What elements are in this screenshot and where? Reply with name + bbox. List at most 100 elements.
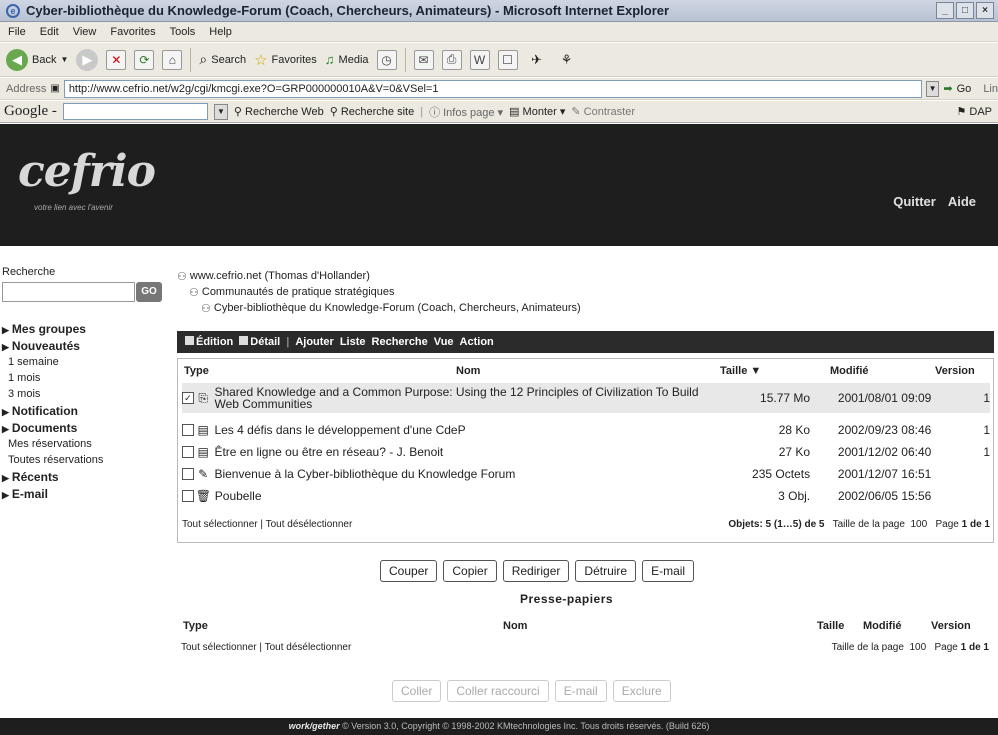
sidebar-item-recents[interactable]: ▶ Récents (0, 470, 168, 487)
maximize-button[interactable]: □ (956, 2, 974, 19)
exclude-button[interactable]: Exclure (612, 680, 671, 702)
clipboard-column-version[interactable]: Version (931, 620, 971, 632)
mail-icon[interactable]: ✉ (413, 49, 434, 70)
sidebar-item-mes-reservations[interactable]: Mes réservations (0, 438, 168, 454)
clipboard-column-name[interactable]: Nom (503, 620, 527, 632)
back-dropdown-icon[interactable]: ▼ (60, 55, 68, 64)
back-button[interactable]: ◀ Back ▼ (6, 48, 68, 71)
row-checkbox[interactable] (182, 424, 194, 436)
edit-tab[interactable]: Édition (185, 336, 233, 348)
google-dropdown-icon[interactable]: ▼ (213, 103, 228, 120)
google-logo[interactable]: Google - (4, 103, 57, 120)
discuss-icon[interactable]: ☐ (497, 49, 518, 70)
copy-button[interactable]: Copier (443, 560, 497, 582)
google-search-input[interactable] (62, 103, 208, 120)
cefrio-logo[interactable]: cefrio (18, 146, 156, 197)
action-menu[interactable]: Action (460, 336, 494, 348)
table-row[interactable]: ▤ Les 4 défis dans le développement d'un… (182, 419, 990, 441)
file-name[interactable]: Les 4 défis dans le développement d'une … (214, 424, 708, 436)
sidebar-search-input[interactable] (2, 282, 135, 302)
table-row[interactable]: ✓ ⎘ Shared Knowledge and a Common Purpos… (182, 383, 990, 413)
paste-button[interactable]: Coller (392, 680, 442, 702)
links-button[interactable]: Lin (983, 83, 998, 95)
menu-help[interactable]: Help (209, 26, 232, 38)
forward-arrow-icon[interactable]: ▶ (76, 48, 99, 71)
menu-edit[interactable]: Edit (40, 26, 59, 38)
email-button[interactable]: E-mail (642, 560, 695, 582)
row-checkbox[interactable] (182, 468, 194, 480)
file-name[interactable]: Poubelle (215, 490, 709, 502)
add-menu[interactable]: Ajouter (295, 336, 334, 348)
go-arrow-icon[interactable]: ➡ (943, 82, 952, 95)
sidebar-item-nouveautes[interactable]: ▶ Nouveautés (0, 339, 168, 356)
sidebar-item-toutes-reservations[interactable]: Toutes réservations (0, 454, 168, 470)
table-row[interactable]: ✎ Bienvenue à la Cyber-bibliothèque du K… (182, 463, 990, 485)
clipboard-email-button[interactable]: E-mail (554, 680, 607, 702)
favorites-button[interactable]: ☆ Favorites (254, 51, 317, 69)
messenger-icon[interactable]: ✈ (526, 49, 548, 71)
column-size[interactable]: Taille ▼ (720, 365, 761, 377)
page-size-value[interactable]: 100 (910, 519, 927, 530)
address-dropdown-icon[interactable]: ▼ (925, 80, 940, 97)
page-size-value[interactable]: 100 (909, 642, 926, 653)
list-menu[interactable]: Liste (340, 336, 366, 348)
media-button[interactable]: ♫ Media (325, 52, 369, 67)
file-name[interactable]: Bienvenue à la Cyber-bibliothèque du Kno… (214, 468, 708, 480)
research-icon[interactable]: ⚘ (556, 49, 578, 71)
sidebar-item-3-mois[interactable]: 3 mois (0, 388, 168, 404)
row-checkbox[interactable]: ✓ (182, 392, 194, 404)
deselect-all-link[interactable]: Tout désélectionner (266, 519, 353, 530)
detail-tab[interactable]: Détail (239, 336, 280, 348)
sidebar-item-notification[interactable]: ▶ Notification (0, 404, 168, 421)
stop-icon[interactable]: ✕ (106, 49, 127, 70)
breadcrumb-item[interactable]: ⚇ www.cefrio.net (Thomas d'Hollander) (177, 268, 581, 284)
sidebar-item-documents[interactable]: ▶ Documents (0, 421, 168, 438)
sidebar-item-1-mois[interactable]: 1 mois (0, 372, 168, 388)
close-button[interactable]: × (976, 2, 994, 19)
search-button[interactable]: ⌕ Search (199, 51, 246, 68)
column-name[interactable]: Nom (456, 365, 480, 377)
page-info-button[interactable]: ⓘ Infos page ▾ (429, 104, 503, 120)
menu-view[interactable]: View (73, 26, 97, 38)
sidebar-item-1-semaine[interactable]: 1 semaine (0, 356, 168, 372)
column-modified[interactable]: Modifié (830, 365, 869, 377)
go-button[interactable]: GO (136, 282, 162, 302)
file-name[interactable]: Être en ligne ou être en réseau? - J. Be… (214, 446, 708, 458)
view-menu[interactable]: Vue (434, 336, 454, 348)
minimize-button[interactable]: _ (936, 2, 954, 19)
edit-icon[interactable]: W (469, 49, 490, 70)
sidebar-item-mes-groupes[interactable]: ▶ Mes groupes (0, 322, 168, 339)
address-field[interactable]: http://www.cefrio.net/w2g/cgi/kmcgi.exe?… (63, 79, 922, 98)
menu-tools[interactable]: Tools (170, 26, 196, 38)
clipboard-column-modified[interactable]: Modifié (863, 620, 902, 632)
breadcrumb-item[interactable]: ⚇ Communautés de pratique stratégiques (177, 284, 581, 300)
search-menu[interactable]: Recherche (372, 336, 428, 348)
breadcrumb-item[interactable]: ⚇ Cyber-bibliothèque du Knowledge-Forum … (177, 300, 581, 316)
web-search-button[interactable]: ⚲ Recherche Web (234, 105, 324, 118)
redirect-button[interactable]: Rediriger (502, 560, 570, 582)
print-icon[interactable]: ⎙ (441, 49, 462, 70)
sidebar-item-email[interactable]: ▶ E-mail (0, 487, 168, 504)
menu-file[interactable]: File (8, 26, 26, 38)
deselect-all-link[interactable]: Tout désélectionner (265, 642, 352, 653)
home-icon[interactable]: ⌂ (162, 49, 183, 70)
refresh-icon[interactable]: ⟳ (134, 49, 155, 70)
table-row[interactable]: ▤ Être en ligne ou être en réseau? - J. … (182, 441, 990, 463)
column-version[interactable]: Version (935, 365, 975, 377)
history-icon[interactable]: ◷ (376, 49, 397, 70)
select-all-link[interactable]: Tout sélectionner (181, 642, 257, 653)
site-search-button[interactable]: ⚲ Recherche site (330, 105, 415, 118)
clipboard-column-size[interactable]: Taille (817, 620, 844, 632)
quit-link[interactable]: Quitter (893, 194, 936, 209)
table-row[interactable]: 🗑 Poubelle 3 Obj. 2002/06/05 15:56 (182, 485, 990, 507)
help-link[interactable]: Aide (948, 194, 976, 209)
clipboard-column-type[interactable]: Type (183, 620, 208, 632)
column-type[interactable]: Type (184, 365, 209, 377)
menu-favorites[interactable]: Favorites (110, 26, 155, 38)
cut-button[interactable]: Couper (380, 560, 438, 582)
up-button[interactable]: ▤ Monter ▾ (509, 105, 565, 118)
destroy-button[interactable]: Détruire (575, 560, 637, 582)
paste-shortcut-button[interactable]: Coller raccourci (447, 680, 549, 702)
select-all-link[interactable]: Tout sélectionner (182, 519, 258, 530)
dap-button[interactable]: ⚑ DAP (956, 105, 992, 118)
